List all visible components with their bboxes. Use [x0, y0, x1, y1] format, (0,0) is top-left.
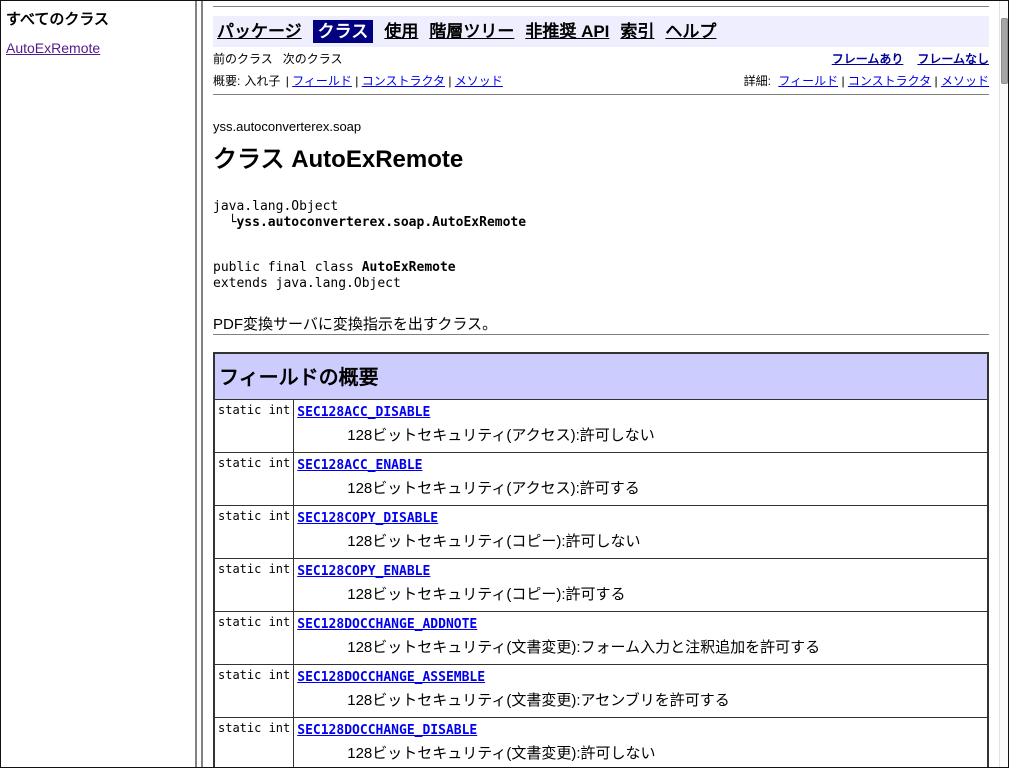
- field-name-link[interactable]: SEC128ACC_ENABLE: [297, 458, 422, 473]
- vertical-scrollbar[interactable]: [999, 0, 1009, 768]
- summary-link-2[interactable]: コンストラクタ: [362, 74, 445, 88]
- summary-link-3[interactable]: メソッド: [455, 74, 503, 88]
- summary-prefix-label: 概要:: [213, 74, 240, 88]
- field-name-link[interactable]: SEC128COPY_ENABLE: [297, 564, 430, 579]
- field-description: 128ビットセキュリティ(アクセス):許可する: [347, 477, 984, 498]
- summary-links: 概要:入れ子 | フィールド | コンストラクタ | メソッド: [213, 72, 503, 89]
- nav-tab-packages[interactable]: パッケージ: [217, 22, 302, 41]
- summary-detail-row: 概要: 入れ子 | フィールド | コンストラクタ | メソッド 詳細: フィール…: [213, 72, 989, 89]
- class-hierarchy: java.lang.Object └yss.autoconverterex.so…: [213, 199, 989, 231]
- field-cell: SEC128DOCCHANGE_ASSEMBLE 128ビットセキュリティ(文書変…: [294, 665, 988, 718]
- field-description: 128ビットセキュリティ(アクセス):許可しない: [347, 424, 984, 445]
- field-modifier: static int: [214, 400, 294, 453]
- field-summary-row: static intSEC128ACC_DISABLE 128ビットセキュリティ(…: [214, 400, 988, 453]
- field-summary-row: static intSEC128COPY_DISABLE 128ビットセキュリティ…: [214, 506, 988, 559]
- declaration-extends: extends java.lang.Object: [213, 276, 401, 291]
- field-name-link[interactable]: SEC128DOCCHANGE_ADDNOTE: [297, 617, 477, 632]
- field-summary-row: static intSEC128ACC_ENABLE 128ビットセキュリティ(ア…: [214, 453, 988, 506]
- class-link-autoexremote[interactable]: AutoExRemote: [6, 40, 100, 56]
- prev-class-label: 前のクラス: [213, 52, 273, 66]
- hierarchy-child: yss.autoconverterex.soap.AutoExRemote: [236, 215, 526, 230]
- field-name-link[interactable]: SEC128ACC_DISABLE: [297, 405, 430, 420]
- sub-navbar: 前のクラス次のクラス フレームありフレームなし 概要: 入れ子 | フィールド |…: [213, 50, 989, 89]
- hierarchy-root: java.lang.Object: [213, 199, 338, 214]
- field-description: 128ビットセキュリティ(コピー):許可する: [347, 583, 984, 604]
- detail-link-3[interactable]: メソッド: [941, 74, 989, 88]
- field-name-link[interactable]: SEC128DOCCHANGE_DISABLE: [297, 723, 477, 738]
- field-summary-row: static intSEC128DOCCHANGE_ADDNOTE 128ビットセ…: [214, 612, 988, 665]
- nav-tab-deprecated[interactable]: 非推奨 API: [525, 22, 609, 41]
- class-title: クラス AutoExRemote: [213, 139, 989, 174]
- declaration-modifiers: public final class: [213, 260, 362, 275]
- field-cell: SEC128ACC_DISABLE 128ビットセキュリティ(アクセス):許可しな…: [294, 400, 988, 453]
- summary-nested-label: 入れ子: [244, 74, 280, 88]
- prev-next-group: 前のクラス次のクラス: [213, 50, 353, 67]
- next-class-label: 次のクラス: [283, 52, 343, 66]
- field-cell: SEC128COPY_ENABLE 128ビットセキュリティ(コピー):許可する: [294, 559, 988, 612]
- field-description: 128ビットセキュリティ(文書変更):アセンブリを許可する: [347, 689, 984, 710]
- frame-resize-handle[interactable]: [195, 0, 203, 768]
- package-name: yss.autoconverterex.soap: [213, 119, 989, 134]
- nav-tab-use[interactable]: 使用: [384, 22, 418, 41]
- field-modifier: static int: [214, 506, 294, 559]
- nav-tab-class: クラス: [313, 20, 374, 43]
- summary-link-1[interactable]: フィールド: [292, 74, 352, 88]
- field-name-link[interactable]: SEC128DOCCHANGE_ASSEMBLE: [297, 670, 485, 685]
- field-description: 128ビットセキュリティ(文書変更):フォーム入力と注釈追加を許可する: [347, 636, 984, 657]
- navbar-bottom-rule: [213, 94, 989, 95]
- class-frame: パッケージクラス使用階層ツリー非推奨 API 索引ヘルプ 前のクラス次のクラス フ…: [203, 0, 999, 768]
- detail-link-2[interactable]: コンストラクタ: [848, 74, 931, 88]
- hierarchy-branch-icon: └: [213, 215, 236, 230]
- separator: |: [838, 74, 848, 88]
- no-frames-link[interactable]: フレームなし: [917, 52, 989, 66]
- nav-tab-help[interactable]: ヘルプ: [665, 22, 716, 41]
- field-summary-heading: フィールドの概要: [214, 353, 988, 400]
- separator: |: [445, 74, 455, 88]
- top-rule: [213, 6, 989, 7]
- frames-group: フレームありフレームなし: [818, 50, 989, 67]
- nav-tab-index[interactable]: 索引: [620, 22, 654, 41]
- detail-links: 詳細: フィールド | コンストラクタ | メソッド: [744, 72, 989, 89]
- separator: |: [931, 74, 941, 88]
- field-description: 128ビットセキュリティ(コピー):許可しない: [347, 530, 984, 551]
- field-cell: SEC128ACC_ENABLE 128ビットセキュリティ(アクセス):許可する: [294, 453, 988, 506]
- nav-tab-tree[interactable]: 階層ツリー: [429, 22, 514, 41]
- all-classes-heading: すべてのクラス: [6, 8, 189, 29]
- detail-link-1[interactable]: フィールド: [778, 74, 838, 88]
- field-modifier: static int: [214, 612, 294, 665]
- field-modifier: static int: [214, 718, 294, 768]
- field-summary-row: static intSEC128DOCCHANGE_ASSEMBLE 128ビット…: [214, 665, 988, 718]
- prev-next-row: 前のクラス次のクラス フレームありフレームなし: [213, 50, 989, 67]
- all-classes-frame: すべてのクラス AutoExRemote: [0, 0, 195, 768]
- scrollbar-thumb[interactable]: [1001, 18, 1008, 84]
- field-cell: SEC128DOCCHANGE_ADDNOTE 128ビットセキュリティ(文書変更…: [294, 612, 988, 665]
- field-modifier: static int: [214, 559, 294, 612]
- detail-prefix-label: 詳細:: [744, 74, 771, 88]
- top-navbar: パッケージクラス使用階層ツリー非推奨 API 索引ヘルプ: [213, 16, 989, 47]
- field-summary-row: static intSEC128DOCCHANGE_DISABLE 128ビットセ…: [214, 718, 988, 768]
- field-name-link[interactable]: SEC128COPY_DISABLE: [297, 511, 438, 526]
- separator: |: [352, 74, 362, 88]
- field-description: 128ビットセキュリティ(文書変更):許可しない: [347, 742, 984, 763]
- class-description: PDF変換サーバに変換指示を出すクラス。: [213, 313, 989, 334]
- field-cell: SEC128COPY_DISABLE 128ビットセキュリティ(コピー):許可しな…: [294, 506, 988, 559]
- field-cell: SEC128DOCCHANGE_DISABLE 128ビットセキュリティ(文書変更…: [294, 718, 988, 768]
- field-summary-table: フィールドの概要 static intSEC128ACC_DISABLE128ビ…: [213, 352, 989, 768]
- description-bottom-rule: [213, 334, 989, 335]
- frames-link[interactable]: フレームあり: [832, 52, 904, 66]
- field-modifier: static int: [214, 453, 294, 506]
- class-declaration: public final class AutoExRemote extends …: [213, 260, 989, 292]
- field-summary-row: static intSEC128COPY_ENABLE 128ビットセキュリティ(…: [214, 559, 988, 612]
- declaration-class-name: AutoExRemote: [362, 260, 456, 275]
- field-modifier: static int: [214, 665, 294, 718]
